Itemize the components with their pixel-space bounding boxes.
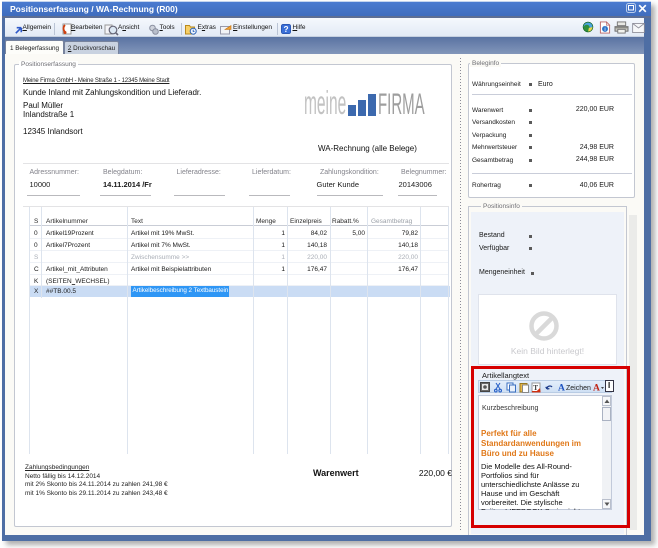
svg-text:?: ? <box>283 24 288 34</box>
svg-text:i: i <box>604 27 605 33</box>
